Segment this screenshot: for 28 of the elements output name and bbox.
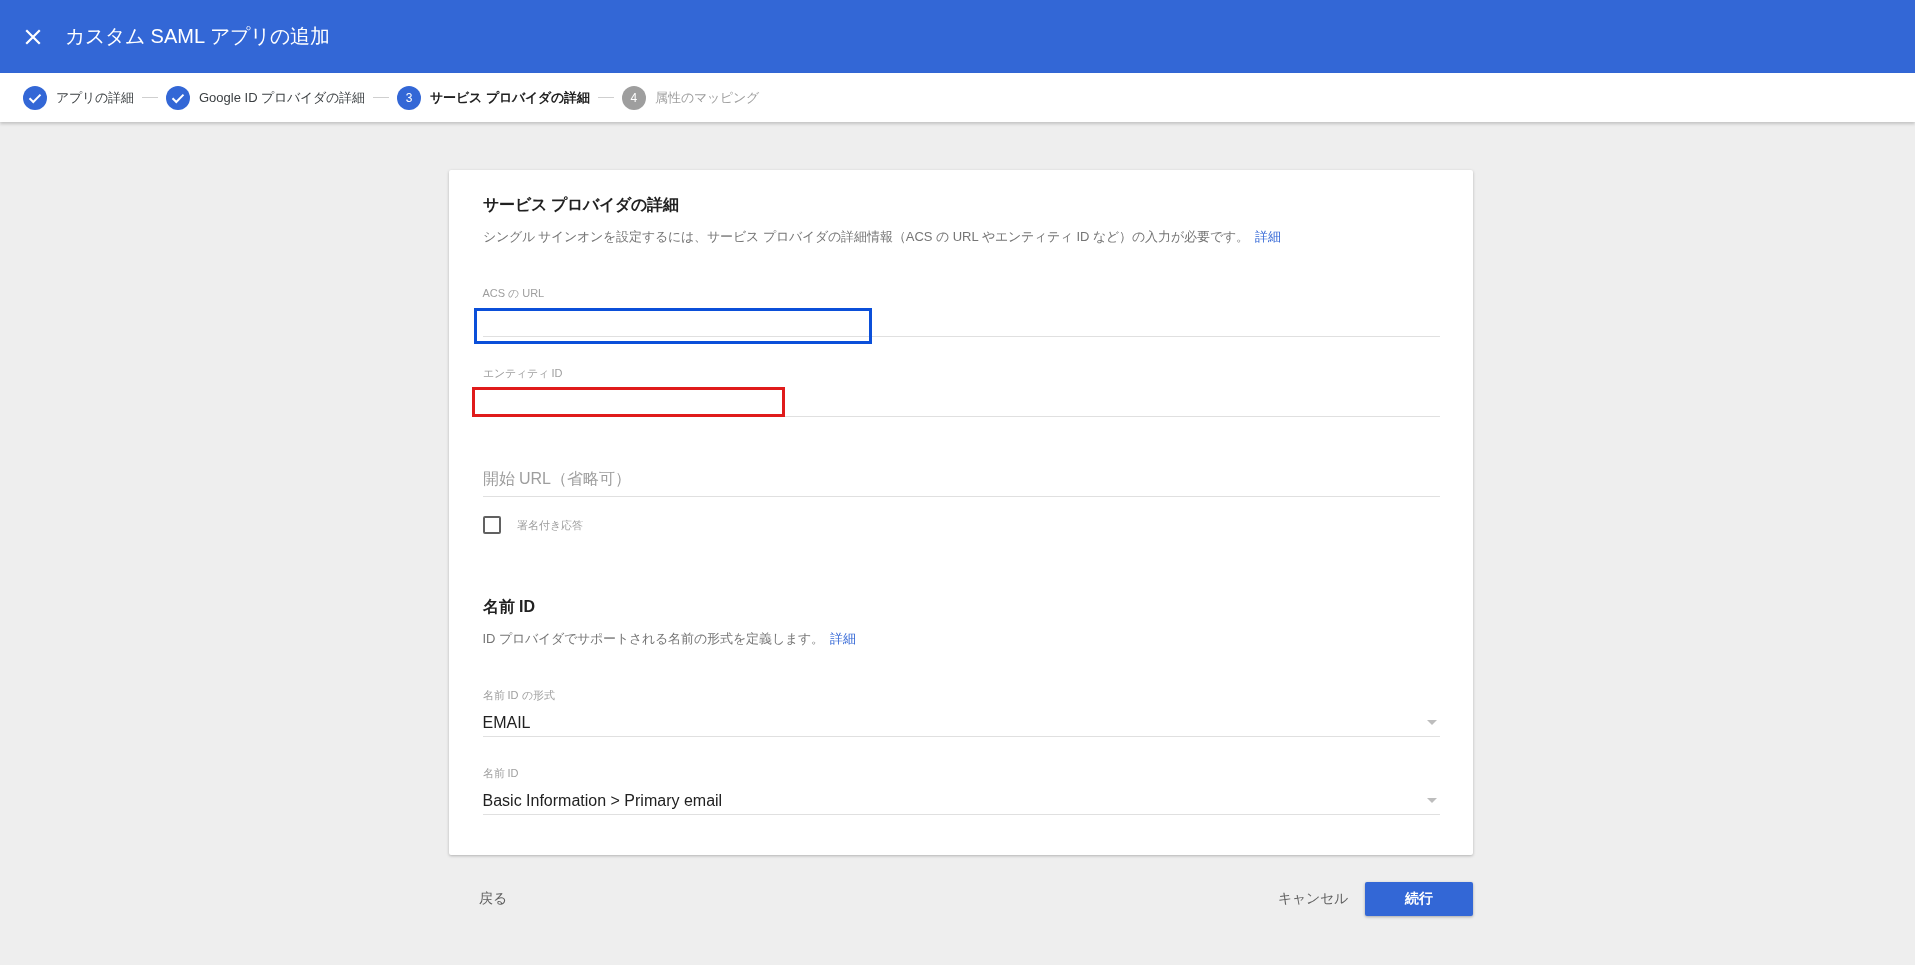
dropdown[interactable]: EMAIL: [482, 703, 1440, 737]
field-label: 名前 ID の形式: [482, 688, 556, 703]
caret-icon: [1426, 798, 1437, 803]
step-label: Google ID プロバイダの詳細: [199, 88, 366, 107]
field-label: エンティティ ID: [482, 366, 564, 381]
step-number: 3: [397, 85, 422, 110]
step-label: 属性のマッピング: [654, 88, 759, 107]
learn-more-link[interactable]: 詳細: [830, 631, 857, 646]
checkbox[interactable]: [482, 516, 501, 534]
field-label: 名前 ID: [482, 766, 520, 781]
checkbox-label: 署名付き応答: [516, 517, 583, 533]
section-description: ID プロバイダでサポートされる名前の形式を定義します。 詳細: [482, 630, 858, 648]
cancel-button[interactable]: キャンセル: [1261, 882, 1364, 916]
field-label: ACS の URL: [482, 286, 546, 301]
step-label: アプリの詳細: [56, 88, 134, 107]
section-title: サービス プロバイダの詳細: [482, 195, 680, 215]
continue-button[interactable]: 続行: [1364, 882, 1473, 916]
page-title: カスタム SAML アプリの追加: [65, 24, 330, 49]
learn-more-link[interactable]: 詳細: [1255, 229, 1282, 244]
section-title: 名前 ID: [482, 597, 536, 617]
step-number: 4: [621, 85, 646, 110]
dropdown[interactable]: Basic Information > Primary email: [482, 781, 1440, 815]
section-description: シングル サインオンを設定するには、サービス プロバイダの詳細情報（ACS の URL やエンティティ ID など）の入力が必要です。 詳細: [482, 228, 1283, 246]
text-field[interactable]: 開始 URL（省略可）: [482, 461, 1440, 497]
close-icon: [25, 28, 41, 45]
step-label: サービス プロバイダの詳細: [430, 88, 590, 107]
caret-icon: [1426, 720, 1437, 725]
back-button[interactable]: 戻る: [462, 882, 523, 916]
